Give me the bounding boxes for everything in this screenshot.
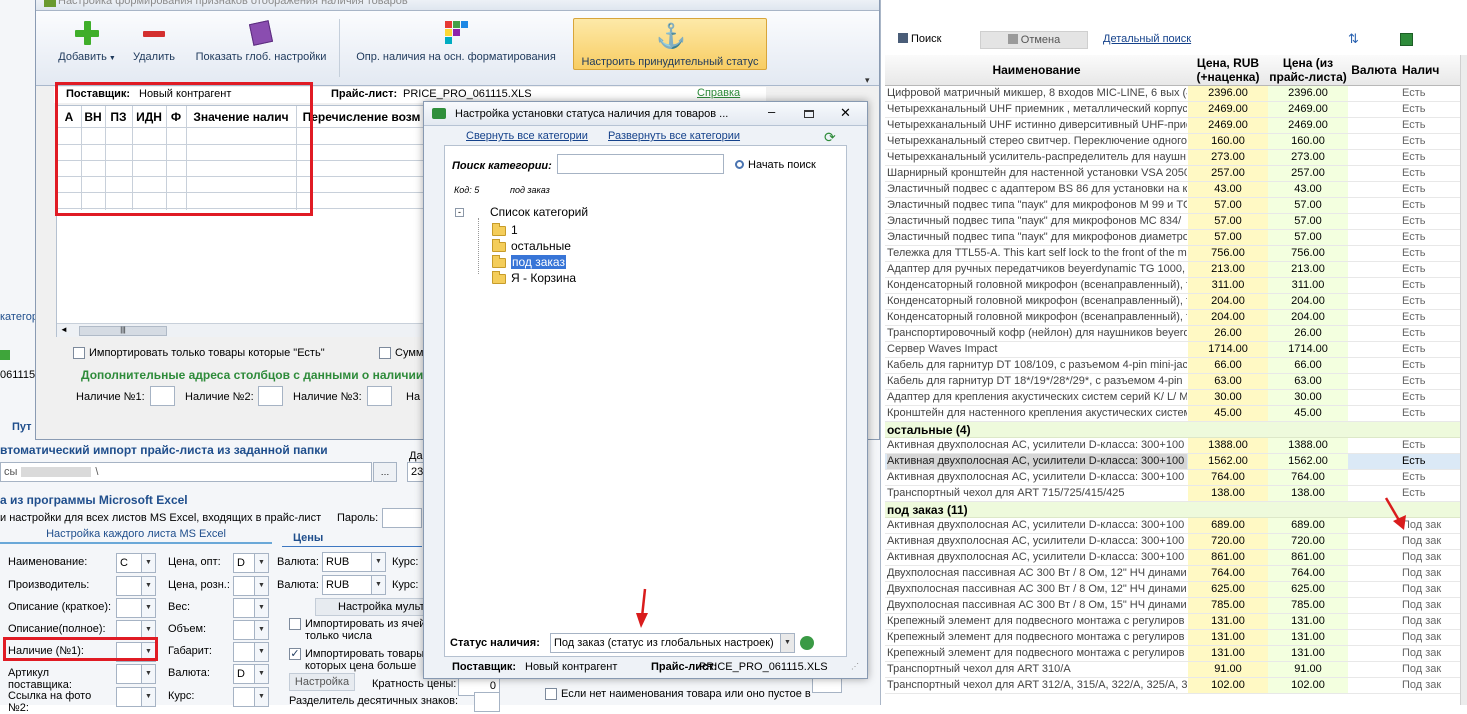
arrow-to-status xyxy=(636,588,648,628)
arrow-to-availability xyxy=(1384,497,1406,530)
annotation-arrows xyxy=(636,497,1406,628)
